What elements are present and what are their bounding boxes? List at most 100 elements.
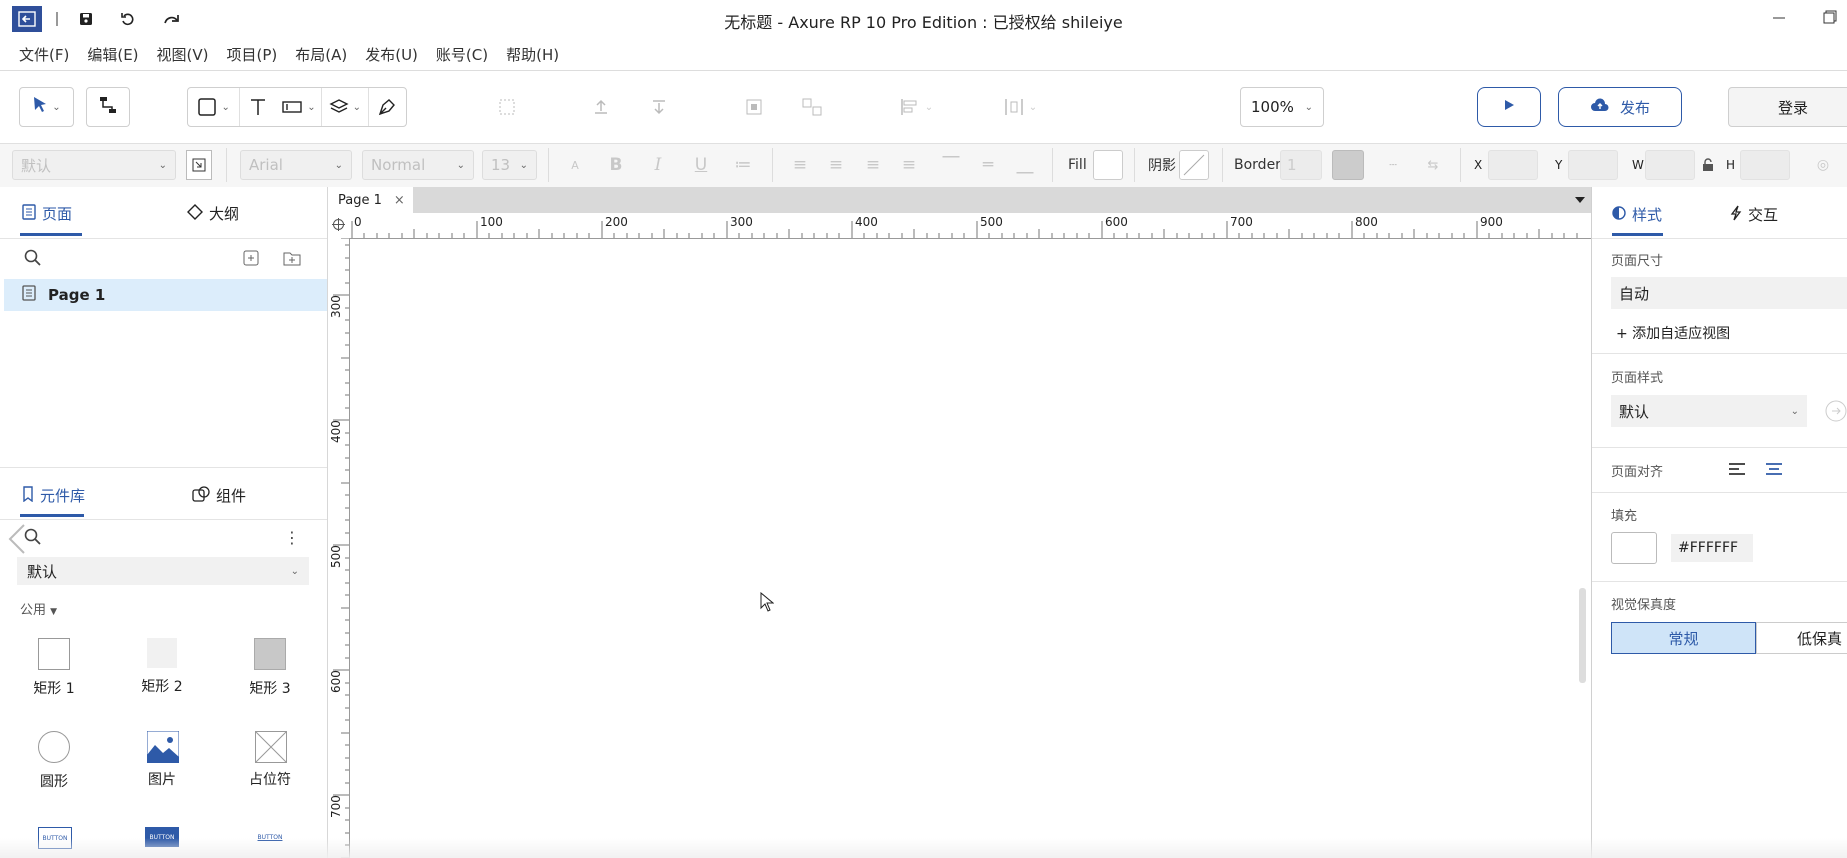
tab-interactions[interactable]: 交互	[1730, 204, 1778, 225]
underline-icon[interactable]: U	[688, 150, 714, 180]
fidelity-label: 视觉保真度	[1611, 598, 1677, 613]
rectangle-tool[interactable]: ⌄	[188, 97, 239, 117]
y-input[interactable]	[1568, 150, 1618, 180]
select-tool[interactable]: ⌄	[19, 87, 74, 127]
style-manager-icon[interactable]	[186, 150, 212, 180]
x-input[interactable]	[1488, 150, 1538, 180]
tab-components[interactable]: 组件	[192, 485, 246, 506]
pen-tool-icon[interactable]	[367, 88, 406, 126]
align-right-icon[interactable]: ≡	[860, 150, 886, 180]
tab-pages[interactable]: 页面	[22, 203, 72, 224]
page-size-select[interactable]: 自动	[1611, 277, 1847, 309]
group-icon[interactable]	[494, 87, 520, 127]
widget-image[interactable]: 图片	[117, 730, 207, 789]
valign-middle-icon[interactable]: ═	[975, 150, 1001, 180]
menu-help[interactable]: 帮助(H)	[497, 44, 568, 65]
add-page-icon[interactable]	[242, 249, 260, 271]
vertical-scrollbar[interactable]	[1579, 588, 1586, 683]
fill-swatch[interactable]	[1093, 150, 1123, 180]
align-center-icon[interactable]	[1764, 461, 1784, 481]
arrow-style-icon[interactable]: ⇆	[1420, 150, 1446, 180]
close-icon[interactable]: ×	[394, 193, 405, 208]
tab-list-dropdown-icon[interactable]	[1573, 194, 1587, 209]
page-tab[interactable]: Page 1 ×	[328, 187, 413, 213]
italic-icon[interactable]: I	[645, 150, 671, 180]
w-input[interactable]	[1645, 150, 1695, 180]
h-input[interactable]	[1740, 150, 1790, 180]
menu-file[interactable]: 文件(F)	[10, 44, 78, 65]
tab-outline[interactable]: 大纲	[187, 203, 239, 224]
widget-placeholder[interactable]: 占位符	[225, 730, 315, 789]
fill-hex-input[interactable]: #FFFFFF	[1671, 534, 1753, 562]
send-back-icon[interactable]	[646, 87, 672, 127]
widget-rectangle-2[interactable]: 矩形 2	[117, 638, 207, 696]
preview-button[interactable]	[1477, 87, 1541, 127]
font-select[interactable]: Arial ⌄	[240, 150, 352, 180]
style-value: 默认	[21, 156, 52, 175]
minimize-icon[interactable]	[1769, 10, 1789, 26]
add-folder-icon[interactable]	[282, 249, 302, 271]
field-tool-icon[interactable]: ⌄	[276, 99, 321, 115]
align-left-icon[interactable]	[1727, 461, 1747, 481]
bullet-list-icon[interactable]: ≔	[730, 150, 756, 180]
canvas[interactable]	[328, 187, 1591, 858]
visibility-icon[interactable]: ◎	[1810, 150, 1836, 180]
tab-style[interactable]: 样式	[1612, 204, 1662, 225]
border-color-swatch[interactable]	[1332, 150, 1364, 180]
bold-icon[interactable]: B	[603, 150, 629, 180]
add-adaptive-view-link[interactable]: + 添加自适应视图	[1616, 323, 1730, 343]
search-icon[interactable]	[24, 528, 42, 550]
font-color-icon[interactable]: A	[562, 150, 588, 180]
bottom-edge	[0, 838, 1847, 858]
menu-project[interactable]: 项目(P)	[218, 44, 287, 65]
page-style-select[interactable]: 默认 ⌄	[1611, 395, 1807, 427]
menu-publish[interactable]: 发布(U)	[356, 44, 427, 65]
justify-icon[interactable]: ≡	[896, 150, 922, 180]
shadow-swatch[interactable]	[1179, 150, 1209, 180]
bring-front-icon[interactable]	[588, 87, 614, 127]
menu-account[interactable]: 账号(C)	[427, 44, 497, 65]
style-select[interactable]: 默认 ⌄	[12, 150, 176, 180]
zoom-select[interactable]: 100% ⌄	[1240, 87, 1324, 127]
widget-rectangle-3[interactable]: 矩形 3	[225, 638, 315, 698]
menu-edit[interactable]: 编辑(E)	[78, 44, 147, 65]
publish-button[interactable]: 发布	[1558, 87, 1682, 127]
menu-view[interactable]: 视图(V)	[148, 44, 218, 65]
border-width-input[interactable]: 1	[1280, 150, 1322, 180]
connector-tool[interactable]	[86, 87, 130, 127]
section-header[interactable]: 公用 ▼	[20, 599, 57, 618]
align-left-icon[interactable]: ≡	[787, 150, 813, 180]
login-button[interactable]: 登录	[1728, 87, 1847, 127]
tab-library-label: 元件库	[40, 487, 86, 505]
fill-color-swatch[interactable]	[1611, 532, 1657, 564]
vertical-ruler: 300 400 500 600 700	[328, 238, 350, 858]
widget-rectangle-1[interactable]: 矩形 1	[9, 638, 99, 698]
distribute-icon[interactable]: ⌄	[1000, 87, 1040, 127]
widget-label: 图片	[148, 772, 176, 788]
font-size-select[interactable]: 13 ⌄	[482, 150, 537, 180]
text-tool-icon[interactable]	[239, 88, 276, 126]
connector-icon	[98, 95, 118, 119]
menu-arrange[interactable]: 布局(A)	[286, 44, 356, 65]
border-style-icon[interactable]: ┄	[1380, 150, 1406, 180]
weight-select[interactable]: Normal ⌄	[362, 150, 474, 180]
fidelity-low-button[interactable]: 低保真	[1756, 622, 1847, 654]
valign-bottom-icon[interactable]: ⎽	[1012, 150, 1038, 180]
tab-library[interactable]: 元件库	[22, 485, 85, 506]
ungroup-icon[interactable]	[799, 87, 825, 127]
page-list-item[interactable]: Page 1	[4, 279, 327, 311]
layers-icon[interactable]: ⌄	[321, 88, 367, 126]
manage-styles-icon[interactable]	[1824, 399, 1847, 427]
widget-circle[interactable]: 圆形	[9, 731, 99, 791]
lock-icon[interactable]	[1702, 150, 1716, 180]
fidelity-normal-button[interactable]: 常规	[1611, 622, 1756, 654]
search-icon[interactable]	[24, 249, 42, 271]
library-select[interactable]: 默认 ⌄	[17, 557, 309, 585]
library-select-value: 默认	[27, 562, 58, 581]
maximize-icon[interactable]	[1819, 10, 1839, 26]
align-center-icon[interactable]: ≡	[823, 150, 849, 180]
valign-top-icon[interactable]: ⎺	[938, 150, 964, 180]
combine-icon[interactable]	[741, 87, 767, 127]
more-options-icon[interactable]: ⋮	[284, 528, 300, 547]
align-icon[interactable]: ⌄	[896, 87, 936, 127]
